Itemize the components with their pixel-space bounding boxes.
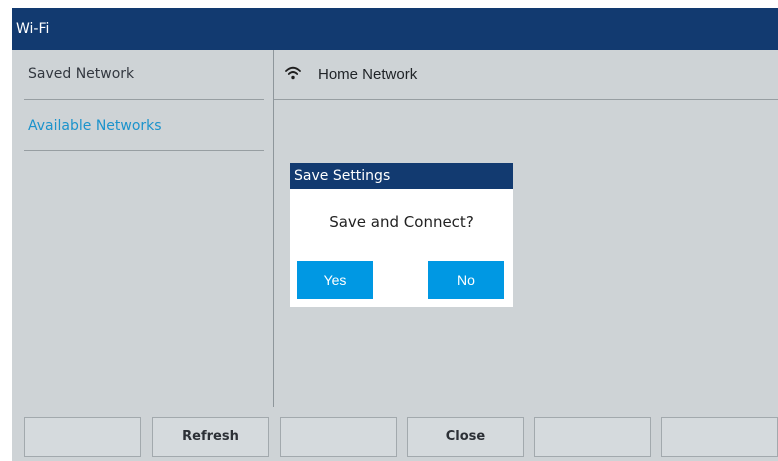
yes-button[interactable]: Yes [297, 261, 373, 299]
sidebar-item-saved-network[interactable]: Saved Network [24, 50, 264, 100]
softkey-1-button[interactable] [24, 417, 141, 457]
network-name: Home Network [318, 66, 418, 83]
softkey-toolbar: Refresh Close [12, 407, 778, 461]
softkey-5-button[interactable] [534, 417, 651, 457]
window-title: Wi-Fi [12, 8, 778, 50]
no-button[interactable]: No [428, 261, 504, 299]
softkey-6-button[interactable] [661, 417, 778, 457]
close-button[interactable]: Close [407, 417, 524, 457]
dialog-message: Save and Connect? [329, 213, 474, 231]
wifi-window: Wi-Fi Saved Network Available Networks H… [12, 8, 778, 461]
network-list-item[interactable]: Home Network [274, 50, 778, 100]
save-settings-dialog: Save Settings Save and Connect? Yes No [290, 163, 513, 307]
refresh-button[interactable]: Refresh [152, 417, 269, 457]
sidebar-item-available-networks[interactable]: Available Networks [24, 101, 264, 151]
dialog-title: Save Settings [290, 163, 513, 189]
wifi-icon [285, 66, 301, 80]
softkey-3-button[interactable] [280, 417, 397, 457]
sidebar: Saved Network Available Networks [12, 50, 274, 407]
